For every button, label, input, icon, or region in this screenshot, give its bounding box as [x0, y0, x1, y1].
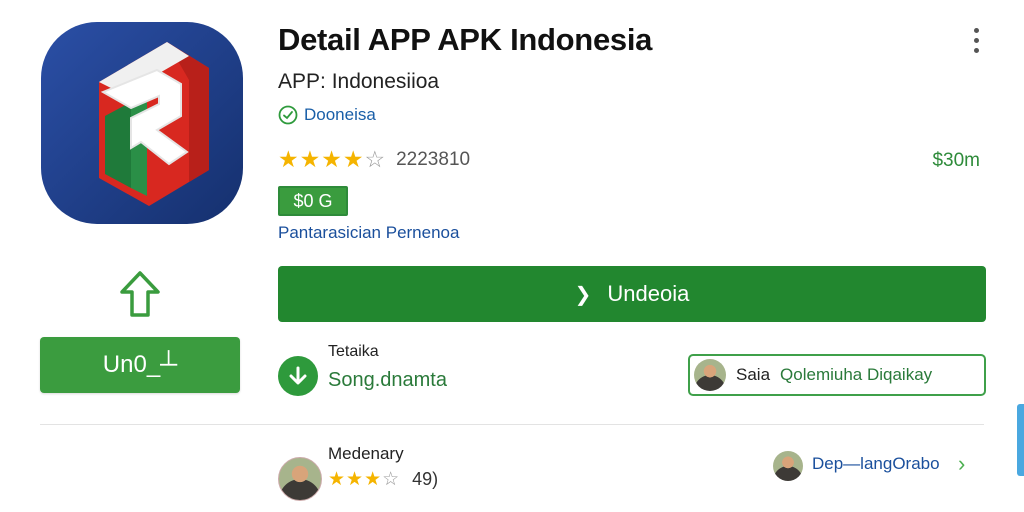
app-logo-icon — [41, 22, 243, 224]
install-button[interactable]: ❯ Undeoia — [278, 266, 986, 322]
review-chip-text: Saia Qolemiuha Diqaikay — [736, 365, 932, 385]
reviewer-name: Medenary — [328, 444, 404, 463]
review-chip-second: Qolemiuha Diqaikay — [780, 365, 933, 384]
scroll-edge-tab[interactable] — [1017, 404, 1024, 476]
rating-row: ★★★★☆ 2223810 — [278, 146, 470, 173]
rating-stars: ★★★★☆ — [278, 146, 387, 172]
developer-row[interactable]: Dooneisa — [278, 105, 376, 125]
update-button[interactable]: Un0_┴ — [40, 337, 240, 393]
price-badge: $0 G — [278, 186, 348, 216]
price-label: $30m — [932, 150, 980, 171]
download-arrow-icon[interactable] — [278, 356, 318, 396]
divider — [40, 424, 984, 425]
category-link[interactable]: Pantarasician Pernenoa — [278, 223, 459, 243]
chevron-right-icon[interactable]: › — [958, 451, 965, 477]
review-chip[interactable]: Saia Qolemiuha Diqaikay — [688, 354, 986, 396]
review-score: 49) — [412, 469, 439, 489]
review-chip-first: Saia — [736, 365, 771, 384]
update-button-label: Un0_┴ — [102, 351, 178, 378]
app-subtitle: APP: Indonesiioa — [278, 70, 440, 93]
install-button-label: Undeoia — [607, 281, 690, 306]
avatar — [694, 359, 726, 391]
reviewer-avatar — [278, 457, 322, 501]
rating-count: 2223810 — [396, 148, 471, 170]
more-vert-icon[interactable] — [970, 28, 982, 56]
play-chevron-icon: ❯ — [574, 283, 592, 306]
download-label: Tetaika — [328, 343, 379, 360]
price-badge-label: $0 G — [293, 190, 333, 211]
app-title: Detail APP APK Indonesia — [278, 22, 653, 57]
developer-name: Dooneisa — [304, 105, 376, 124]
review-stars: ★★★☆ — [328, 469, 401, 490]
verified-check-icon — [278, 105, 298, 125]
download-value: Song.dnamta — [328, 369, 447, 391]
developer-link[interactable]: Dep—langOrabo — [812, 454, 940, 474]
arrow-up-icon[interactable] — [118, 270, 162, 318]
review-rating-row: ★★★☆ 49) — [328, 468, 438, 491]
developer-avatar — [773, 451, 803, 481]
